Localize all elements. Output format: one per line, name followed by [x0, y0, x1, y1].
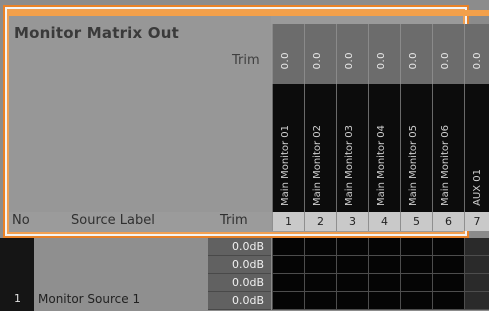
- matrix-crosspoint[interactable]: [400, 274, 432, 292]
- output-column-4: 0.0 Main Monitor 04: [368, 16, 400, 212]
- monitor-matrix-window: Monitor Matrix Out Trim 0.0 Main Monitor …: [0, 0, 489, 311]
- column-trim-value: 0.0: [472, 52, 483, 70]
- matrix-crosspoint[interactable]: [304, 256, 336, 274]
- row-trim-cell[interactable]: 0.0dB: [208, 238, 271, 256]
- column-trim-cell[interactable]: 0.0: [336, 24, 368, 84]
- column-header-row: No Source Label Trim: [9, 212, 271, 231]
- matrix-crosspoint[interactable]: [400, 292, 432, 310]
- panel-header-area: [9, 16, 271, 212]
- matrix-crosspoint[interactable]: [400, 238, 432, 256]
- matrix-crosspoint[interactable]: [400, 256, 432, 274]
- output-column-3: 0.0 Main Monitor 03: [336, 16, 368, 212]
- output-column-2: 0.0 Main Monitor 02: [304, 16, 336, 212]
- output-column-7: 0.0 AUX 01: [464, 16, 489, 212]
- matrix-crosspoint[interactable]: [464, 274, 489, 292]
- output-column-5: 0.0 Main Monitor 05: [400, 16, 432, 212]
- column-number-3: 3: [336, 212, 368, 231]
- output-column-1: 0.0 Main Monitor 01: [272, 16, 304, 212]
- column-name-label: Main Monitor 06: [440, 125, 451, 206]
- source-label-header: Source Label: [71, 213, 155, 228]
- row-trim-cell[interactable]: 0.0dB: [208, 292, 271, 310]
- column-name-cell[interactable]: Main Monitor 04: [368, 84, 400, 212]
- trim-header: Trim: [220, 213, 248, 228]
- matrix-crosspoint[interactable]: [432, 292, 464, 310]
- column-trim-value: 0.0: [440, 52, 451, 70]
- column-trim-cell[interactable]: 0.0: [368, 24, 400, 84]
- matrix-crosspoint[interactable]: [336, 274, 368, 292]
- matrix-crosspoint[interactable]: [432, 256, 464, 274]
- row-trim-cell[interactable]: 0.0dB: [208, 256, 271, 274]
- column-name-cell[interactable]: Main Monitor 03: [336, 84, 368, 212]
- matrix-crosspoint[interactable]: [432, 274, 464, 292]
- matrix-crosspoint[interactable]: [272, 274, 304, 292]
- matrix-crosspoint[interactable]: [368, 238, 400, 256]
- matrix-crosspoint[interactable]: [272, 292, 304, 310]
- column-trim-value: 0.0: [408, 52, 419, 70]
- column-name-cell[interactable]: AUX 01: [464, 84, 489, 212]
- matrix-crosspoint[interactable]: [336, 256, 368, 274]
- output-column-6: 0.0 Main Monitor 06: [432, 16, 464, 212]
- column-number-6: 6: [432, 212, 464, 231]
- column-name-label: AUX 01: [472, 169, 483, 206]
- column-trim-cell[interactable]: 0.0: [464, 24, 489, 84]
- column-trim-cell[interactable]: 0.0: [432, 24, 464, 84]
- column-trim-cell[interactable]: 0.0: [304, 24, 336, 84]
- matrix-crosspoint[interactable]: [464, 238, 489, 256]
- column-trim-cell[interactable]: 0.0: [272, 24, 304, 84]
- matrix-crosspoint[interactable]: [368, 274, 400, 292]
- column-trim-cell[interactable]: 0.0: [400, 24, 432, 84]
- column-name-cell[interactable]: Main Monitor 01: [272, 84, 304, 212]
- matrix-crosspoint[interactable]: [304, 238, 336, 256]
- column-number-4: 4: [368, 212, 400, 231]
- matrix-crosspoint[interactable]: [368, 256, 400, 274]
- row-trim-cell[interactable]: 0.0dB: [208, 274, 271, 292]
- column-number-7: 7: [464, 212, 489, 231]
- column-name-label: Main Monitor 03: [344, 125, 355, 206]
- column-number-1: 1: [272, 212, 304, 231]
- matrix-crosspoint[interactable]: [464, 256, 489, 274]
- column-name-label: Main Monitor 02: [312, 125, 323, 206]
- matrix-crosspoint[interactable]: [272, 238, 304, 256]
- column-number-5: 5: [400, 212, 432, 231]
- row-number: 1: [14, 292, 21, 305]
- trim-row-label: Trim: [232, 53, 260, 68]
- column-trim-value: 0.0: [280, 52, 291, 70]
- column-trim-value: 0.0: [376, 52, 387, 70]
- matrix-crosspoint[interactable]: [464, 292, 489, 310]
- matrix-crosspoint[interactable]: [272, 256, 304, 274]
- column-trim-value: 0.0: [344, 52, 355, 70]
- no-header: No: [12, 213, 30, 228]
- column-trim-value: 0.0: [312, 52, 323, 70]
- matrix-crosspoint[interactable]: [304, 292, 336, 310]
- column-name-cell[interactable]: Main Monitor 06: [432, 84, 464, 212]
- matrix-crosspoint[interactable]: [336, 292, 368, 310]
- column-name-label: Main Monitor 01: [280, 125, 291, 206]
- source-label[interactable]: Monitor Source 1: [38, 292, 140, 306]
- matrix-crosspoint[interactable]: [368, 292, 400, 310]
- matrix-crosspoint[interactable]: [432, 238, 464, 256]
- column-name-cell[interactable]: Main Monitor 02: [304, 84, 336, 212]
- column-number-2: 2: [304, 212, 336, 231]
- column-name-label: Main Monitor 05: [408, 125, 419, 206]
- column-name-cell[interactable]: Main Monitor 05: [400, 84, 432, 212]
- panel-title: Monitor Matrix Out: [14, 24, 180, 42]
- matrix-crosspoint[interactable]: [304, 274, 336, 292]
- matrix-crosspoint[interactable]: [336, 238, 368, 256]
- column-name-label: Main Monitor 04: [376, 125, 387, 206]
